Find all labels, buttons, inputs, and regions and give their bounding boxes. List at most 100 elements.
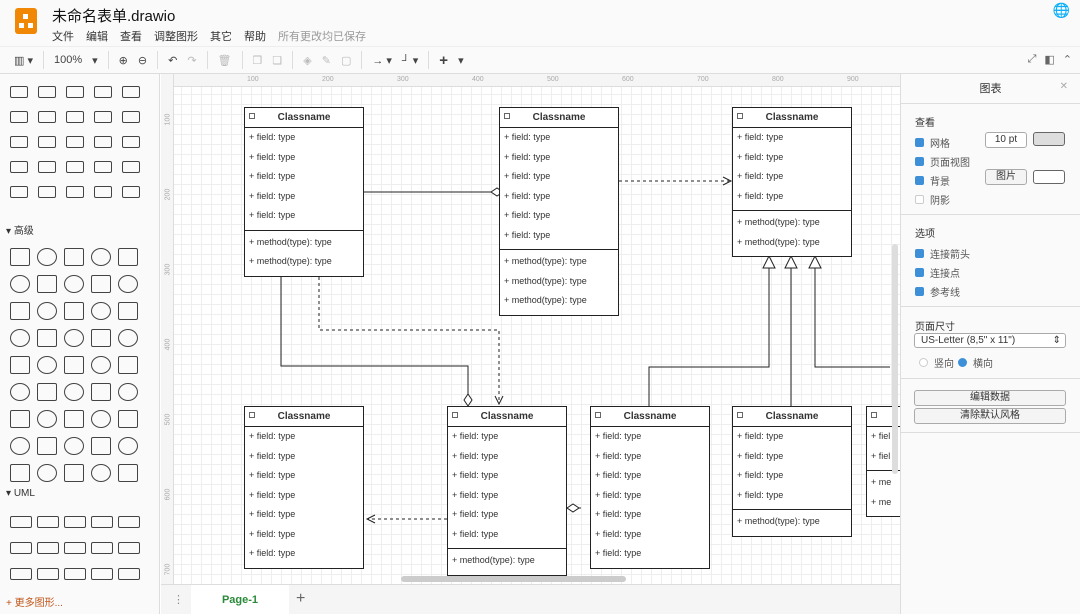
shape-thumbnail[interactable] <box>91 410 111 428</box>
to-back-icon[interactable]: ❏ <box>272 54 282 67</box>
shape-thumbnail[interactable] <box>91 302 111 320</box>
shape-thumbnail[interactable] <box>91 542 113 554</box>
shape-thumbnail[interactable] <box>118 329 138 347</box>
menu-arrange[interactable]: 调整图形 <box>154 28 198 44</box>
zoom-select[interactable]: 100% <box>54 54 82 66</box>
shape-thumbnail[interactable] <box>118 248 138 266</box>
shape-thumbnail[interactable] <box>38 136 56 148</box>
menu-help[interactable]: 帮助 <box>244 28 266 44</box>
shape-thumbnail[interactable] <box>91 464 111 482</box>
shape-thumbnail[interactable] <box>91 329 111 347</box>
line-color-icon[interactable]: ✎ <box>322 54 331 67</box>
collapse-icon[interactable] <box>249 113 255 119</box>
menu-file[interactable]: 文件 <box>52 28 74 44</box>
diagram-canvas[interactable]: 100 200 300 400 500 600 700 800 900 100 200 300 400… <box>161 74 900 584</box>
section-advanced[interactable]: ▾ 高级 <box>6 222 34 237</box>
shape-thumbnail[interactable] <box>64 516 86 528</box>
close-icon[interactable]: ✕ <box>1060 81 1068 92</box>
shape-thumbnail[interactable] <box>10 86 28 98</box>
shape-thumbnail[interactable] <box>10 410 30 428</box>
menu-view[interactable]: 查看 <box>120 28 142 44</box>
page-view-checkbox[interactable]: 页面视图 <box>915 154 970 169</box>
shape-thumbnail[interactable] <box>10 568 32 580</box>
more-shapes-link[interactable]: + 更多图形... <box>6 594 63 609</box>
zoom-in-icon[interactable]: ⊕ <box>119 54 128 67</box>
shape-thumbnail[interactable] <box>118 568 140 580</box>
shape-thumbnail[interactable] <box>38 186 56 198</box>
fullscreen-icon[interactable]: ⤢ <box>1028 53 1037 66</box>
shape-thumbnail[interactable] <box>64 437 84 455</box>
shape-thumbnail[interactable] <box>37 516 59 528</box>
class-box[interactable]: Classname + field: type + field: type + fie… <box>590 406 710 569</box>
shape-thumbnail[interactable] <box>38 161 56 173</box>
shape-thumbnail[interactable] <box>118 410 138 428</box>
toggle-panel-icon[interactable]: ◧ <box>1044 53 1054 66</box>
shape-thumbnail[interactable] <box>64 568 86 580</box>
shape-thumbnail[interactable] <box>37 568 59 580</box>
shape-thumbnail[interactable] <box>91 516 113 528</box>
shape-thumbnail[interactable] <box>37 356 57 374</box>
shape-thumbnail[interactable] <box>118 356 138 374</box>
fill-color-icon[interactable]: ◈ <box>303 54 311 67</box>
shape-thumbnail[interactable] <box>64 383 84 401</box>
shape-thumbnail[interactable] <box>37 248 57 266</box>
collapse-icon[interactable] <box>504 113 510 119</box>
shape-thumbnail[interactable] <box>64 464 84 482</box>
delete-icon[interactable]: 🗑 <box>218 54 232 67</box>
shadow-checkbox[interactable]: 阴影 <box>915 192 950 207</box>
background-checkbox[interactable]: 背景 <box>915 173 950 188</box>
shape-thumbnail[interactable] <box>91 356 111 374</box>
to-front-icon[interactable]: ❐ <box>253 54 263 67</box>
shape-thumbnail[interactable] <box>10 464 30 482</box>
landscape-radio[interactable]: 横向 <box>958 355 993 370</box>
connection-points-checkbox[interactable]: 连接点 <box>915 265 960 280</box>
shape-thumbnail[interactable] <box>64 275 84 293</box>
file-title[interactable]: 未命名表单.drawio <box>52 5 175 26</box>
menu-edit[interactable]: 编辑 <box>86 28 108 44</box>
shape-thumbnail[interactable] <box>91 437 111 455</box>
image-button[interactable]: 图片 <box>985 169 1027 185</box>
shape-thumbnail[interactable] <box>118 437 138 455</box>
class-box[interactable]: Classname + field: type + field: type + fie… <box>499 107 619 316</box>
shape-thumbnail[interactable] <box>66 136 84 148</box>
shape-thumbnail[interactable] <box>66 186 84 198</box>
collapse-icon[interactable] <box>249 412 255 418</box>
shape-thumbnail[interactable] <box>37 437 57 455</box>
grid-size-input[interactable]: 10 pt <box>985 132 1027 148</box>
menu-extras[interactable]: 其它 <box>210 28 232 44</box>
shape-thumbnail[interactable] <box>91 383 111 401</box>
class-box[interactable]: Classname + field: type + field: type + fie… <box>732 406 852 537</box>
edit-data-button[interactable]: 编辑数据 <box>914 390 1066 406</box>
grid-checkbox[interactable]: 网格 <box>915 135 950 150</box>
waypoints-icon[interactable]: ┘ ▾ <box>402 54 418 67</box>
shape-thumbnail[interactable] <box>10 275 30 293</box>
shape-thumbnail[interactable] <box>94 161 112 173</box>
redo-icon[interactable]: ↷ <box>187 54 196 67</box>
page-tab[interactable]: Page-1 <box>191 585 289 615</box>
shape-thumbnail[interactable] <box>118 275 138 293</box>
horizontal-scrollbar[interactable] <box>401 576 626 582</box>
shape-thumbnail[interactable] <box>10 356 30 374</box>
shape-thumbnail[interactable] <box>64 302 84 320</box>
class-box[interactable]: Classname + field: type + field: type + fie… <box>244 107 364 277</box>
zoom-out-icon[interactable]: ⊖ <box>138 54 147 67</box>
collapse-icon[interactable]: ⌃ <box>1063 53 1072 66</box>
shape-thumbnail[interactable] <box>94 136 112 148</box>
portrait-radio[interactable]: 竖向 <box>919 355 954 370</box>
paper-size-select[interactable]: US-Letter (8,5" x 11") ⇕ <box>914 333 1066 348</box>
background-color-swatch[interactable] <box>1033 170 1065 184</box>
shape-thumbnail[interactable] <box>10 186 28 198</box>
grid-color-swatch[interactable] <box>1033 132 1065 146</box>
clear-default-style-button[interactable]: 清除默认风格 <box>914 408 1066 424</box>
shape-thumbnail[interactable] <box>10 437 30 455</box>
shape-thumbnail[interactable] <box>91 275 111 293</box>
add-page-icon[interactable]: + <box>296 590 305 608</box>
collapse-icon[interactable] <box>737 113 743 119</box>
shape-thumbnail[interactable] <box>118 464 138 482</box>
insert-icon[interactable]: + <box>439 52 448 69</box>
section-uml[interactable]: ▾ UML <box>6 488 35 499</box>
shape-thumbnail[interactable] <box>37 383 57 401</box>
class-box[interactable]: Classname + field: type + field: type + fie… <box>732 107 852 257</box>
shape-thumbnail[interactable] <box>64 542 86 554</box>
shape-thumbnail[interactable] <box>10 136 28 148</box>
